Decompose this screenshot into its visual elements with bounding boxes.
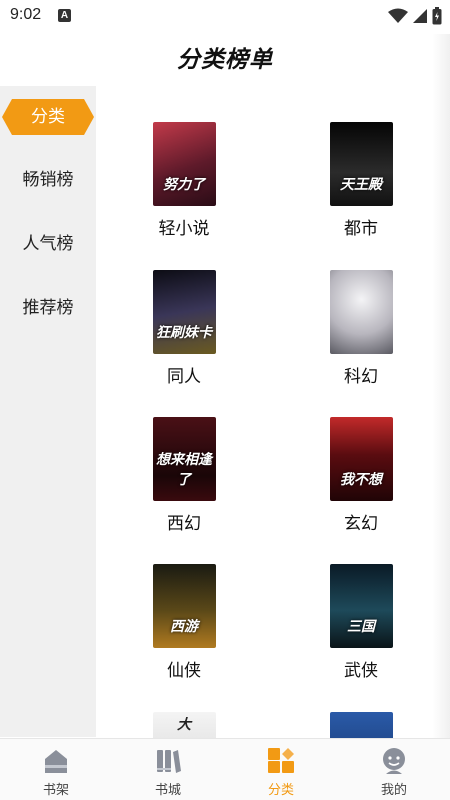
category-scifi[interactable]: 科幻: [306, 270, 416, 387]
category-label: 科幻: [344, 367, 378, 387]
category-label: 同人: [167, 367, 201, 387]
book-cover: 西游: [152, 564, 216, 648]
edge-shadow: [432, 34, 450, 738]
category-label: 轻小说: [158, 219, 210, 239]
book-cover: 我不想: [329, 417, 393, 501]
category-light-novel[interactable]: 努力了 轻小说: [129, 122, 239, 239]
book-cover: 狂刷妹卡: [152, 270, 216, 354]
nav-label: 分类: [267, 783, 294, 798]
cover-title: 西游: [170, 619, 198, 635]
cover-title: 三国: [347, 619, 375, 635]
nav-category[interactable]: 分类: [225, 739, 337, 800]
sidebar-item-label: 分类: [31, 107, 65, 127]
cover-title: 努力了: [163, 177, 205, 193]
category-xianxia[interactable]: 西游 仙侠: [129, 564, 239, 681]
category-label: 都市: [344, 219, 378, 239]
category-label: 武侠: [344, 661, 378, 681]
category-label: 西幻: [167, 514, 201, 534]
nav-profile[interactable]: 我的: [338, 739, 450, 800]
nav-label: 我的: [380, 783, 407, 798]
nav-label: 书城: [154, 783, 181, 798]
status-bar: 9:02 A: [0, 0, 450, 34]
sidebar-item-bestseller[interactable]: 畅销榜: [0, 160, 96, 200]
bookstore-icon: [157, 750, 181, 773]
profile-icon: [383, 748, 405, 774]
battery-icon: [432, 7, 442, 25]
category-wuxia[interactable]: 三国 武侠: [306, 564, 416, 681]
nav-bookshelf[interactable]: 书架: [0, 739, 112, 800]
cover-title: 大: [177, 717, 191, 733]
category-fanfic[interactable]: 狂刷妹卡 同人: [129, 270, 239, 387]
wifi-icon: [388, 8, 408, 23]
category-xuanhuan[interactable]: 我不想 玄幻: [306, 417, 416, 534]
category-label: 玄幻: [344, 514, 378, 534]
status-time: 9:02: [10, 6, 42, 23]
sidebar-item-recommended[interactable]: 推荐榜: [0, 288, 96, 328]
book-cover: 天王殿: [329, 122, 393, 206]
page-title: 分类榜单: [177, 47, 273, 73]
category-icon: [268, 748, 294, 773]
book-cover: 努力了: [152, 122, 216, 206]
sidebar-item-category[interactable]: 分类: [2, 99, 94, 135]
book-cover: 三国: [329, 564, 393, 648]
cover-title: 我不想: [340, 472, 382, 488]
sidebar-item-popular[interactable]: 人气榜: [0, 224, 96, 264]
category-label: 仙侠: [167, 661, 201, 681]
bookshelf-icon: [45, 750, 67, 773]
category-western-fantasy[interactable]: 想来相逢了 西幻: [129, 417, 239, 534]
cover-title: 想来相逢了: [156, 452, 212, 488]
book-cover: 想来相逢了: [152, 417, 216, 501]
status-icons: [388, 6, 442, 26]
cover-title: 狂刷妹卡: [156, 325, 212, 341]
nav-bookstore[interactable]: 书城: [112, 739, 224, 800]
signal-icon: [413, 9, 427, 23]
book-cover: [329, 270, 393, 354]
cover-title: 天王殿: [340, 177, 382, 193]
category-urban[interactable]: 天王殿 都市: [306, 122, 416, 239]
status-app-badge: A: [58, 9, 71, 22]
nav-label: 书架: [42, 783, 69, 798]
bottom-nav: 书架 书城 分类 我的: [0, 738, 450, 800]
